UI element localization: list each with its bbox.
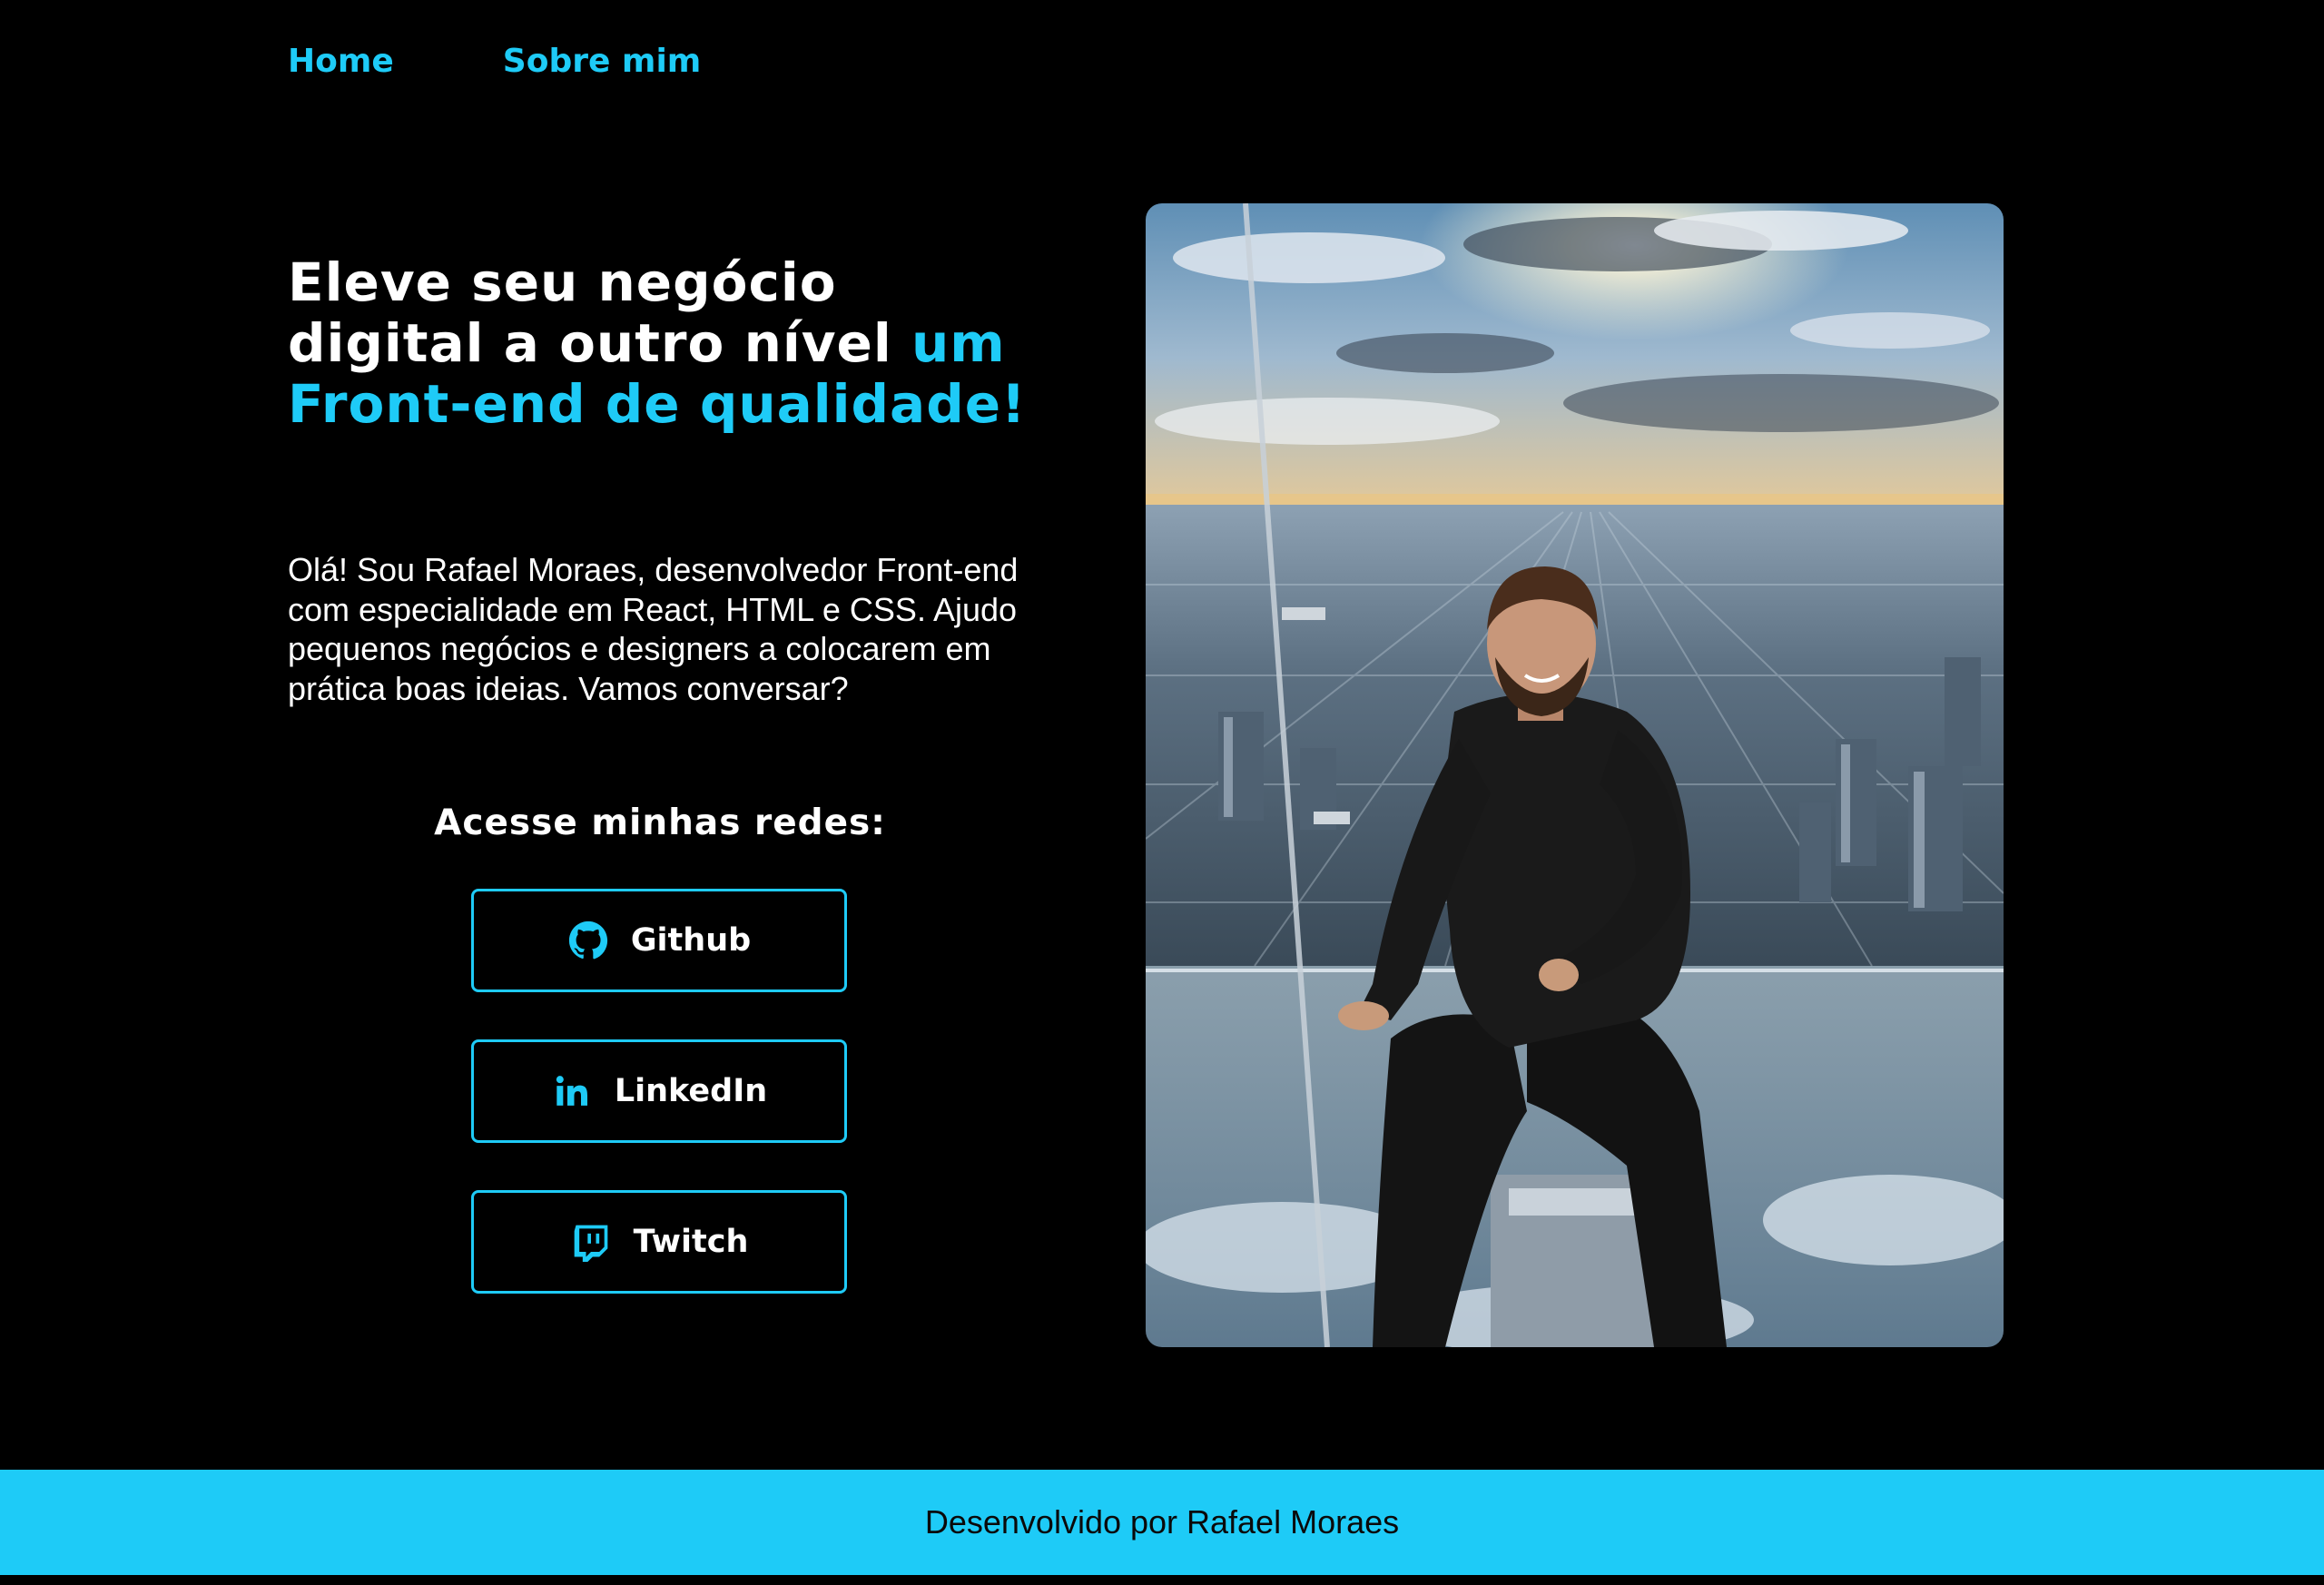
- linkedin-button[interactable]: LinkedIn: [471, 1039, 847, 1143]
- github-button-label: Github: [630, 922, 752, 959]
- profile-photo-illustration: [1146, 203, 2004, 1347]
- twitch-icon: [570, 1221, 612, 1263]
- twitch-button-label: Twitch: [633, 1224, 749, 1260]
- page-footer: Desenvolvido por Rafael Moraes: [0, 1470, 2324, 1575]
- github-icon: [567, 920, 609, 961]
- linkedin-icon: [551, 1070, 593, 1112]
- hero-intro-text: Olá! Sou Rafael Moraes, desenvolvedor Fr…: [288, 551, 1019, 707]
- nav-about-link[interactable]: Sobre mim: [503, 38, 702, 85]
- top-nav: Home Sobre mim: [288, 38, 701, 85]
- headline-white-text: Eleve seu negócio digital a outro nível: [288, 251, 892, 374]
- twitch-button[interactable]: Twitch: [471, 1190, 847, 1294]
- profile-photo: [1146, 203, 2004, 1347]
- footer-text: Desenvolvido por Rafael Moraes: [924, 1503, 1400, 1541]
- linkedin-button-label: LinkedIn: [614, 1073, 768, 1109]
- hero-headline: Eleve seu negócio digital a outro nível …: [288, 252, 1041, 435]
- social-title: Acesse minhas redes:: [434, 802, 886, 843]
- github-button[interactable]: Github: [471, 889, 847, 992]
- nav-home-link[interactable]: Home: [288, 38, 394, 85]
